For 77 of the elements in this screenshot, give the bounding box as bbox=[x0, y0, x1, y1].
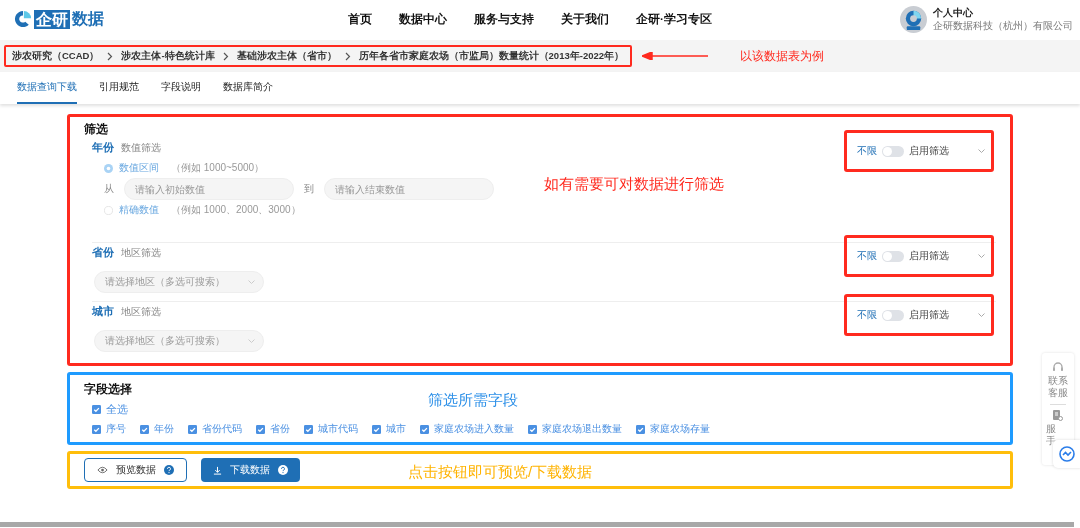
breadcrumb-link[interactable]: 涉农主体-特色统计库 bbox=[121, 49, 215, 63]
switch-text: 启用筛选 bbox=[909, 249, 950, 263]
region-select[interactable]: 请选择地区（多选可搜索） bbox=[94, 271, 264, 293]
data-button[interactable]: 预览数据 bbox=[84, 458, 187, 482]
switch-label: 不限 bbox=[857, 249, 877, 263]
scrollbar[interactable] bbox=[0, 522, 1074, 527]
filter-type: 数值筛选 bbox=[121, 141, 161, 155]
annotation-text: 点击按钮即可预览/下载数据 bbox=[408, 463, 593, 482]
breadcrumb-link[interactable]: 涉农研究（CCAD） bbox=[12, 49, 100, 63]
breadcrumb-link[interactable]: 基础涉农主体（省市） bbox=[236, 49, 337, 63]
switch-text: 启用筛选 bbox=[909, 144, 950, 158]
chat-icon bbox=[1059, 446, 1075, 462]
annotation-text: 筛选所需字段 bbox=[428, 391, 518, 410]
nav-link[interactable]: 企研·学习专区 bbox=[636, 11, 712, 27]
tab[interactable]: 字段说明 bbox=[161, 72, 201, 104]
headset-icon[interactable] bbox=[1052, 361, 1064, 373]
company-name: 企研数据科技（杭州）有限公司 bbox=[933, 18, 1073, 33]
annotation-arrow bbox=[642, 52, 708, 60]
chevron-icon bbox=[222, 51, 229, 61]
tab[interactable]: 数据库简介 bbox=[223, 72, 273, 104]
chevron-icon[interactable] bbox=[978, 313, 985, 317]
logo-icon bbox=[14, 10, 32, 28]
section-title: 字段选择 bbox=[84, 381, 133, 398]
nav-link[interactable]: 关于我们 bbox=[561, 11, 609, 27]
user-center-link[interactable]: 个人中心 bbox=[933, 6, 1073, 19]
section-title: 筛选 bbox=[84, 121, 109, 138]
field-checkbox[interactable]: 年份 bbox=[140, 422, 174, 436]
chevron-icon bbox=[107, 51, 114, 61]
chevron-icon bbox=[344, 51, 351, 61]
service-link[interactable]: 服手 bbox=[1046, 423, 1056, 447]
field-checkbox[interactable]: 家庭农场退出数量 bbox=[528, 422, 622, 436]
caret-icon bbox=[248, 280, 255, 284]
document-icon[interactable] bbox=[1053, 410, 1063, 421]
field-checkbox[interactable]: 序号 bbox=[92, 422, 126, 436]
nav-link[interactable]: 服务与支持 bbox=[474, 11, 534, 27]
filter-label: 年份 bbox=[92, 140, 114, 155]
caret-icon bbox=[248, 339, 255, 343]
help-icon bbox=[278, 465, 288, 475]
region-select[interactable]: 请选择地区（多选可搜索） bbox=[94, 330, 264, 352]
field-checkbox[interactable]: 省份代码 bbox=[188, 422, 242, 436]
field-checkbox[interactable]: 家庭农场存量 bbox=[636, 422, 710, 436]
float-button[interactable] bbox=[1053, 440, 1080, 468]
toggle-switch[interactable] bbox=[882, 309, 904, 321]
field-checkbox[interactable]: 城市代码 bbox=[304, 422, 358, 436]
switch-text: 启用筛选 bbox=[909, 308, 950, 322]
eye-icon bbox=[97, 466, 108, 474]
download-icon bbox=[213, 465, 222, 475]
chevron-icon[interactable] bbox=[978, 254, 985, 258]
to-label: 到 bbox=[304, 182, 314, 196]
annotation-text: 以该数据表为例 bbox=[740, 48, 824, 64]
filter-type: 地区筛选 bbox=[121, 246, 161, 260]
switch-label: 不限 bbox=[857, 144, 877, 158]
filter-type: 地区筛选 bbox=[121, 305, 161, 319]
nav-link[interactable]: 数据中心 bbox=[399, 11, 447, 27]
logo-text: 数据 bbox=[72, 8, 104, 29]
field-checkbox[interactable]: 家庭农场进入数量 bbox=[420, 422, 514, 436]
toggle-switch[interactable] bbox=[882, 145, 904, 157]
breadcrumb-link[interactable]: 历年各省市家庭农场（市监局）数量统计（2013年-2022年） bbox=[358, 49, 624, 63]
field-checkbox[interactable]: 城市 bbox=[372, 422, 406, 436]
toggle-switch[interactable] bbox=[882, 250, 904, 262]
radio-option[interactable]: 数值区间 （例如 1000~5000） bbox=[104, 161, 494, 175]
tab[interactable]: 数据查询下载 bbox=[17, 72, 77, 104]
field-checkbox[interactable]: 省份 bbox=[256, 422, 290, 436]
filter-label: 城市 bbox=[92, 304, 114, 319]
data-button[interactable]: 下载数据 bbox=[201, 458, 300, 482]
avatar-icon[interactable] bbox=[900, 6, 927, 33]
tab[interactable]: 引用规范 bbox=[99, 72, 139, 104]
from-label: 从 bbox=[104, 182, 114, 196]
switch-label: 不限 bbox=[857, 308, 877, 322]
logo-mark: 企研 bbox=[34, 9, 70, 29]
contact-service-link[interactable]: 联系客服 bbox=[1048, 375, 1068, 399]
help-icon bbox=[164, 465, 174, 475]
nav-link[interactable]: 首页 bbox=[348, 11, 372, 27]
radio-option[interactable]: 精确数值 （例如 1000、2000、3000） bbox=[104, 203, 494, 217]
chevron-icon[interactable] bbox=[978, 149, 985, 153]
annotation-text: 如有需要可对数据进行筛选 bbox=[544, 175, 724, 194]
filter-label: 省份 bbox=[92, 245, 114, 260]
